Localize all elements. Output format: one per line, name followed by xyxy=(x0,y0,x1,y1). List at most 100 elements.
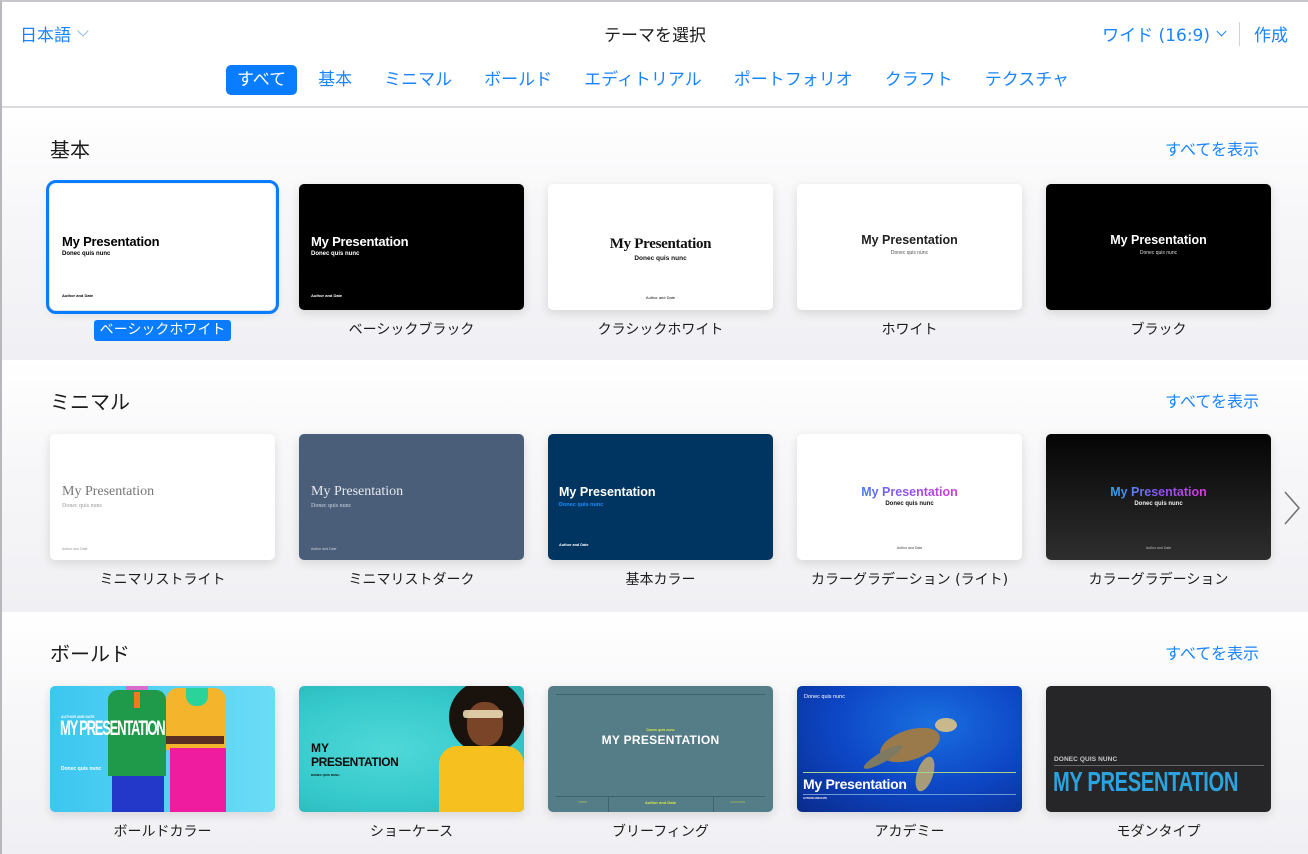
theme-thumbnail: DONEC QUIS NUNC MY PRESENTATION xyxy=(1046,686,1271,812)
theme-card-color-gradient[interactable]: My Presentation Donec quis nunc Author a… xyxy=(1046,434,1271,591)
theme-card-bold-color[interactable]: AUTHOR AND DATE MY PRESENTATION Donec qu… xyxy=(50,686,275,843)
thumb-footer: Author and Date xyxy=(559,543,589,547)
section-basic: 基本 すべてを表示 My Presentation Donec quis nun… xyxy=(2,108,1308,360)
theme-name: アカデミー xyxy=(874,824,945,840)
header: 日本語 テーマを選択 ワイド (16:9) 作成 すべて 基本 ミニマル ボール… xyxy=(2,2,1308,108)
thumb-subtitle: Donec quis nunc xyxy=(885,501,934,507)
section-bold: ボールド すべてを表示 AUTHOR AND DATE MY PRESENTAT… xyxy=(2,612,1308,854)
theme-thumbnail: My Presentation Donec quis nunc xyxy=(1046,184,1271,310)
theme-row: My Presentation Donec quis nunc Author a… xyxy=(46,180,1271,341)
theme-card-showcase[interactable]: MY PRESENTATION DONEC QUIS NUNC ショーケース xyxy=(299,686,524,843)
thumb-subtitle: Donec quis nunc xyxy=(62,251,111,257)
thumb-title: MY PRESENTATION xyxy=(60,717,166,740)
theme-name: ミニマリストダーク xyxy=(348,572,475,588)
see-all-link[interactable]: すべてを表示 xyxy=(1165,136,1259,160)
thumb-footer: Author and Date xyxy=(62,293,94,298)
theme-name: モダンタイプ xyxy=(1116,824,1201,840)
theme-card-academy[interactable]: Donec quis nunc My Presentation AUTHOR A… xyxy=(797,686,1022,843)
tab-bold[interactable]: ボールド xyxy=(473,65,563,95)
theme-name: クラシックホワイト xyxy=(597,322,724,338)
thumb-subtitle: Donec quis nunc xyxy=(61,766,102,772)
thumb-footer: Author and Date xyxy=(896,546,923,550)
theme-card-basic-white[interactable]: My Presentation Donec quis nunc Author a… xyxy=(46,180,279,341)
theme-name: ブリーフィング xyxy=(612,824,709,840)
section-title: ミニマル xyxy=(50,390,130,414)
thumb-subtitle: Donec quis nunc xyxy=(646,728,675,732)
theme-card-white[interactable]: My Presentation Donec quis nunc ホワイト xyxy=(797,184,1022,341)
next-arrow-button[interactable] xyxy=(1282,490,1302,526)
thumb-title-line1: MY xyxy=(311,741,329,755)
theme-card-basic-color[interactable]: My Presentation Donec quis nunc Author a… xyxy=(548,434,773,591)
thumb-footer: Author and Date xyxy=(311,293,343,298)
theme-thumbnail: My Presentation Donec quis nunc Author a… xyxy=(50,434,275,560)
see-all-link[interactable]: すべてを表示 xyxy=(1165,640,1259,664)
thumb-footer-left: TOPIC xyxy=(578,800,588,804)
theme-thumbnail: MY PRESENTATION DONEC QUIS NUNC xyxy=(299,686,524,812)
tab-editorial[interactable]: エディトリアル xyxy=(573,65,713,95)
theme-card-black[interactable]: My Presentation Donec quis nunc ブラック xyxy=(1046,184,1271,341)
theme-thumbnail: My Presentation Donec quis nunc Author a… xyxy=(299,434,524,560)
thumb-title: My Presentation xyxy=(861,233,958,247)
theme-card-classic-white[interactable]: My Presentation Donec quis nunc Author a… xyxy=(548,184,773,341)
aspect-ratio-label: ワイド (16:9) xyxy=(1102,26,1210,46)
see-all-link[interactable]: すべてを表示 xyxy=(1165,388,1259,412)
theme-card-minimalist-light[interactable]: My Presentation Donec quis nunc Author a… xyxy=(50,434,275,591)
thumb-subtitle: Donec quis nunc xyxy=(311,503,352,509)
aspect-ratio-selector[interactable]: ワイド (16:9) xyxy=(1102,21,1227,46)
theme-name: カラーグラデーション xyxy=(1088,572,1229,588)
thumb-subtitle: Donec quis nunc xyxy=(890,250,929,256)
divider xyxy=(556,796,765,797)
theme-chooser-window: 日本語 テーマを選択 ワイド (16:9) 作成 すべて 基本 ミニマル ボール… xyxy=(0,0,1308,854)
thumb-title: My Presentation xyxy=(311,484,404,499)
theme-card-basic-black[interactable]: My Presentation Donec quis nunc Author a… xyxy=(299,184,524,341)
theme-thumbnail: My Presentation Donec quis nunc Author a… xyxy=(299,184,524,310)
theme-thumbnail: Donec quis nunc MY PRESENTATION TOPIC Au… xyxy=(548,686,773,812)
thumb-footer: Author and Date xyxy=(645,295,676,300)
theme-thumbnail: AUTHOR AND DATE MY PRESENTATION Donec qu… xyxy=(50,686,275,812)
thumb-subtitle: Donec quis nunc xyxy=(311,251,360,257)
theme-row: AUTHOR AND DATE MY PRESENTATION Donec qu… xyxy=(50,686,1271,843)
theme-name: ボールドカラー xyxy=(113,824,212,840)
divider xyxy=(803,794,1016,795)
tab-basic[interactable]: 基本 xyxy=(307,65,363,95)
thumb-subtitle: DONEC QUIS NUNC xyxy=(1054,756,1118,763)
thumb-title: My Presentation xyxy=(62,234,160,249)
theme-card-briefing[interactable]: Donec quis nunc MY PRESENTATION TOPIC Au… xyxy=(548,686,773,843)
divider xyxy=(556,694,765,695)
thumb-footer-right: LOCATION xyxy=(730,800,746,804)
thumb-subtitle: Donec quis nunc xyxy=(62,503,103,509)
section-minimal: ミニマル すべてを表示 My Presentation Donec quis n… xyxy=(2,360,1308,612)
tab-craft[interactable]: クラフト xyxy=(874,65,964,95)
thumb-title: My Presentation xyxy=(1110,233,1207,247)
create-button[interactable]: 作成 xyxy=(1254,21,1288,46)
theme-thumbnail: My Presentation Donec quis nunc xyxy=(797,184,1022,310)
thumb-title: My Presentation xyxy=(609,236,712,252)
tab-portfolio[interactable]: ポートフォリオ xyxy=(723,65,864,95)
divider xyxy=(803,772,1016,773)
theme-name: 基本カラー xyxy=(625,572,696,588)
thumb-title: My Presentation xyxy=(861,485,958,499)
person-figure-right xyxy=(166,686,230,812)
tab-minimal[interactable]: ミニマル xyxy=(373,65,463,95)
divider xyxy=(713,796,714,812)
section-title: ボールド xyxy=(50,642,130,666)
section-title: 基本 xyxy=(50,138,90,162)
theme-thumbnail: My Presentation Donec quis nunc Author a… xyxy=(548,184,773,310)
theme-thumbnail: My Presentation Donec quis nunc Author a… xyxy=(797,434,1022,560)
thumb-title: My Presentation xyxy=(803,776,907,792)
theme-thumbnail: My Presentation Donec quis nunc Author a… xyxy=(1046,434,1271,560)
theme-name: カラーグラデーション (ライト) xyxy=(810,572,1009,588)
theme-row: My Presentation Donec quis nunc Author a… xyxy=(50,434,1271,591)
thumb-footer: AUTHOR AND DATE xyxy=(803,797,828,800)
theme-card-minimalist-dark[interactable]: My Presentation Donec quis nunc Author a… xyxy=(299,434,524,591)
theme-thumbnail: My Presentation Donec quis nunc Author a… xyxy=(548,434,773,560)
tab-all[interactable]: すべて xyxy=(225,65,298,95)
theme-card-color-gradient-light[interactable]: My Presentation Donec quis nunc Author a… xyxy=(797,434,1022,591)
tab-texture[interactable]: テクスチャ xyxy=(974,65,1080,95)
chevron-down-icon xyxy=(1216,26,1227,36)
theme-card-modern-type[interactable]: DONEC QUIS NUNC MY PRESENTATION モダンタイプ xyxy=(1046,686,1271,843)
thumb-footer: Author and Date xyxy=(62,547,88,551)
theme-name: ショーケース xyxy=(369,824,454,840)
theme-thumbnail: My Presentation Donec quis nunc Author a… xyxy=(46,180,279,314)
category-tabs: すべて 基本 ミニマル ボールド エディトリアル ポートフォリオ クラフト テク… xyxy=(2,65,1308,95)
